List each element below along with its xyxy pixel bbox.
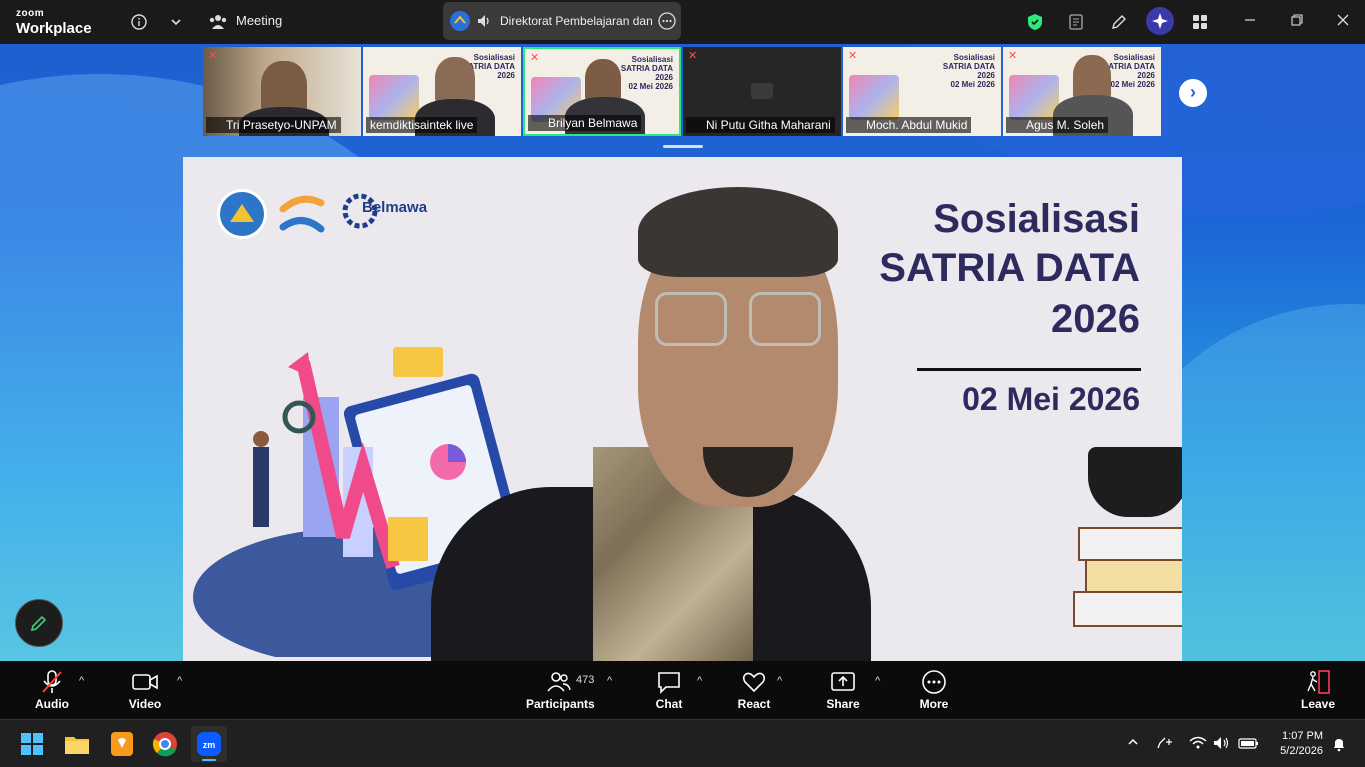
audio-options-caret[interactable]: ^ — [79, 675, 84, 687]
battery-icon[interactable] — [1238, 736, 1260, 753]
speaker-icon — [476, 13, 492, 34]
clock-time: 1:07 PM — [1282, 730, 1323, 742]
clock-date: 5/2/2026 — [1280, 745, 1323, 757]
mic-muted-icon — [34, 669, 70, 695]
share-options-caret[interactable]: ^ — [875, 675, 880, 687]
chat-button[interactable]: Chat — [654, 669, 684, 711]
react-button[interactable]: React — [736, 669, 772, 711]
book — [1073, 591, 1182, 627]
participants-count: 473 — [576, 674, 595, 686]
book — [1078, 527, 1182, 561]
windows-start-icon[interactable] — [16, 728, 48, 760]
slide-title: Sosialisasi SATRIA DATA 2026 — [879, 197, 1140, 341]
gallery-next-button[interactable]: › — [1177, 77, 1209, 109]
close-button[interactable] — [1331, 10, 1355, 34]
muted-mic-icon: ✕ — [530, 52, 540, 64]
leave-door-icon — [1300, 669, 1336, 695]
graduation-cap — [1088, 447, 1182, 517]
meeting-label[interactable]: Meeting — [236, 13, 282, 28]
participant-tile[interactable]: ✕ Ni Putu Githa Maharani — [683, 47, 841, 136]
gallery-scroll-indicator[interactable] — [663, 145, 703, 148]
video-off-icon — [751, 83, 773, 99]
participant-tile[interactable]: Sosialisasi SATRIA DATA 2026 02 Mei 2026 ✕ … — [1003, 47, 1161, 136]
file-explorer-icon[interactable] — [61, 728, 93, 760]
react-options-caret[interactable]: ^ — [777, 675, 782, 687]
tray-overflow-chevron-icon[interactable] — [1127, 736, 1139, 751]
meeting-info-pill[interactable]: Direktorat Pembelajaran dan — [443, 2, 681, 40]
chat-icon — [654, 669, 684, 695]
encryption-shield-icon[interactable] — [1023, 10, 1047, 34]
participant-tile[interactable]: Sosialisasi SATRIA DATA 2026 02 Mei 2026 ✕ … — [843, 47, 1001, 136]
annotate-pencil-button[interactable] — [15, 599, 63, 647]
participant-name: Tri Prasetyo-UNPAM — [206, 117, 341, 133]
annotate-pen-icon[interactable] — [1107, 10, 1131, 34]
active-speaker-video: Belmawa Sosialisasi SATRIA DATA 2026 02 … — [183, 157, 1182, 661]
muted-mic-icon: ✕ — [848, 50, 858, 62]
leave-button[interactable]: Leave — [1300, 669, 1336, 711]
ai-companion-icon[interactable] — [1146, 7, 1174, 35]
clock[interactable]: 1:07 PM 5/2/2026 — [1280, 729, 1323, 759]
book — [1085, 559, 1182, 593]
title-bar: zoom Workplace Meeting Direktorat Pembel… — [0, 0, 1365, 44]
zoom-workplace-logo: zoom Workplace — [16, 8, 92, 37]
volume-icon[interactable] — [1213, 736, 1231, 753]
apps-grid-icon[interactable] — [1188, 10, 1212, 34]
pen-input-icon[interactable] — [1156, 736, 1174, 753]
muted-mic-icon: ✕ — [1008, 50, 1018, 62]
zoom-taskbar-icon[interactable]: zm — [191, 726, 227, 762]
windows-taskbar: zm 1:07 PM 5/2/2026 — [0, 719, 1365, 767]
wifi-icon[interactable] — [1189, 736, 1207, 753]
notes-icon[interactable] — [1064, 10, 1088, 34]
glasses-left — [655, 292, 727, 346]
participant-name: Moch. Abdul Mukid — [846, 117, 972, 133]
participant-name: kemdiktisaintek live — [366, 117, 478, 133]
video-options-caret[interactable]: ^ — [177, 675, 182, 687]
participant-tile-active-speaker[interactable]: Sosialisasi SATRIA DATA 2026 02 Mei 2026 ✕ … — [523, 47, 681, 136]
org-logo-icon — [450, 11, 470, 31]
slide-divider — [917, 368, 1141, 371]
belmawa-logo: Belmawa — [340, 189, 430, 233]
presenter-hair — [638, 187, 838, 277]
meeting-title: Direktorat Pembelajaran dan — [500, 14, 653, 28]
more-button[interactable]: More — [916, 669, 952, 711]
pdf-app-icon[interactable] — [106, 728, 138, 760]
meeting-toolbar: Audio ^ Video ^ Participants 473 ^ Chat … — [0, 661, 1365, 719]
video-camera-icon — [126, 669, 164, 695]
svg-text:zm: zm — [203, 740, 216, 750]
notification-bell-icon[interactable] — [1331, 736, 1347, 755]
info-icon[interactable] — [127, 10, 151, 34]
muted-mic-icon: ✕ — [208, 50, 218, 62]
video-button[interactable]: Video — [126, 669, 164, 711]
meeting-stage: ✕ Tri Prasetyo-UNPAM Sosialisasi SATRIA D… — [0, 44, 1365, 661]
tut-wuri-logo — [217, 189, 267, 239]
chevron-down-icon[interactable] — [164, 10, 188, 34]
meeting-icon — [206, 10, 230, 34]
glasses-right — [749, 292, 821, 346]
slide-date: 02 Mei 2026 — [962, 381, 1140, 417]
heart-icon — [736, 669, 772, 695]
participant-tile[interactable]: Sosialisasi SATRIA DATA 2026 kemdiktisaint… — [363, 47, 521, 136]
participant-name: Brilyan Belmawa — [528, 115, 642, 131]
participants-options-caret[interactable]: ^ — [607, 675, 612, 687]
minimize-button[interactable] — [1238, 10, 1262, 34]
muted-mic-icon: ✕ — [688, 50, 698, 62]
more-ellipsis-icon — [916, 669, 952, 695]
chat-options-caret[interactable]: ^ — [697, 675, 702, 687]
kampus-logo — [277, 189, 327, 239]
audio-button[interactable]: Audio — [34, 669, 70, 711]
participant-name: Ni Putu Githa Maharani — [686, 117, 835, 133]
chrome-icon[interactable] — [149, 728, 181, 760]
share-screen-icon — [826, 669, 860, 695]
more-options-icon[interactable] — [658, 12, 676, 35]
restore-button[interactable] — [1285, 10, 1309, 34]
participant-tile[interactable]: ✕ Tri Prasetyo-UNPAM — [203, 47, 361, 136]
participant-name: Agus M. Soleh — [1006, 117, 1109, 133]
share-button[interactable]: Share — [826, 669, 860, 711]
